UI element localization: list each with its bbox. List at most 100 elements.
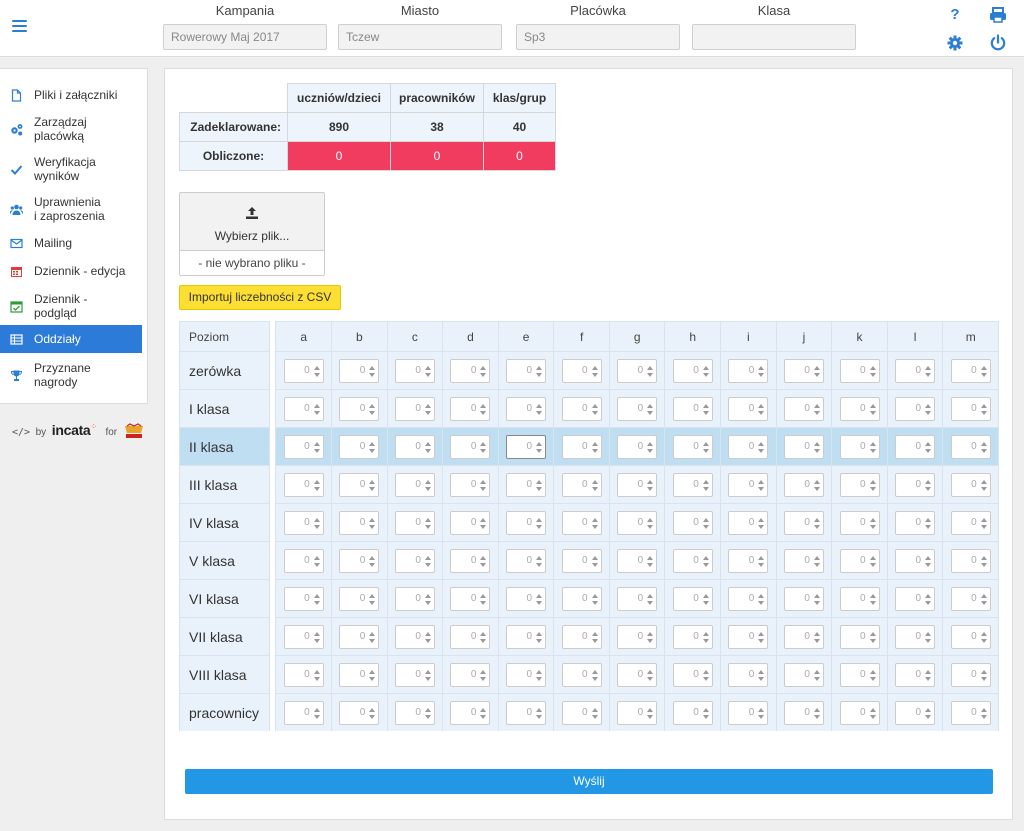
stepper-arrows-icon[interactable] <box>869 631 876 643</box>
count-stepper[interactable]: 0 <box>839 662 880 687</box>
choose-file-button[interactable]: Wybierz plik... <box>180 193 324 251</box>
count-stepper[interactable]: 0 <box>728 700 769 725</box>
count-stepper[interactable]: 0 <box>617 396 658 421</box>
stepper-arrows-icon[interactable] <box>591 517 598 529</box>
stepper-arrows-icon[interactable] <box>758 403 765 415</box>
stepper-arrows-icon[interactable] <box>869 441 876 453</box>
count-stepper[interactable]: 0 <box>783 662 824 687</box>
stepper-arrows-icon[interactable] <box>925 517 932 529</box>
count-stepper[interactable]: 0 <box>895 700 936 725</box>
count-stepper[interactable]: 0 <box>283 586 324 611</box>
count-stepper[interactable]: 0 <box>339 662 380 687</box>
stepper-arrows-icon[interactable] <box>813 707 820 719</box>
count-stepper[interactable]: 0 <box>561 434 602 459</box>
count-stepper[interactable]: 0 <box>339 434 380 459</box>
stepper-arrows-icon[interactable] <box>647 403 654 415</box>
stepper-arrows-icon[interactable] <box>313 631 320 643</box>
stepper-arrows-icon[interactable] <box>313 555 320 567</box>
count-stepper[interactable]: 0 <box>561 510 602 535</box>
stepper-arrows-icon[interactable] <box>813 365 820 377</box>
count-stepper[interactable]: 0 <box>895 548 936 573</box>
count-stepper[interactable]: 0 <box>950 700 991 725</box>
stepper-arrows-icon[interactable] <box>813 631 820 643</box>
stepper-arrows-icon[interactable] <box>758 441 765 453</box>
stepper-arrows-icon[interactable] <box>313 707 320 719</box>
stepper-arrows-icon[interactable] <box>702 441 709 453</box>
stepper-arrows-icon[interactable] <box>536 517 543 529</box>
sidebar-item-mailing[interactable]: Mailing <box>0 235 142 251</box>
count-stepper[interactable]: 0 <box>450 396 491 421</box>
count-stepper[interactable]: 0 <box>506 434 547 459</box>
count-stepper[interactable]: 0 <box>839 510 880 535</box>
stepper-arrows-icon[interactable] <box>369 593 376 605</box>
stepper-arrows-icon[interactable] <box>758 365 765 377</box>
stepper-arrows-icon[interactable] <box>647 669 654 681</box>
stepper-arrows-icon[interactable] <box>591 555 598 567</box>
stepper-arrows-icon[interactable] <box>758 631 765 643</box>
count-stepper[interactable]: 0 <box>783 700 824 725</box>
stepper-arrows-icon[interactable] <box>758 517 765 529</box>
stepper-arrows-icon[interactable] <box>647 631 654 643</box>
print-icon[interactable] <box>989 6 1007 24</box>
count-stepper[interactable]: 0 <box>506 472 547 497</box>
miasto-select[interactable]: Tczew <box>338 24 502 50</box>
stepper-arrows-icon[interactable] <box>647 517 654 529</box>
count-stepper[interactable]: 0 <box>339 358 380 383</box>
stepper-arrows-icon[interactable] <box>702 707 709 719</box>
count-stepper[interactable]: 0 <box>672 396 713 421</box>
stepper-arrows-icon[interactable] <box>813 555 820 567</box>
count-stepper[interactable]: 0 <box>672 662 713 687</box>
count-stepper[interactable]: 0 <box>561 624 602 649</box>
count-stepper[interactable]: 0 <box>950 358 991 383</box>
count-stepper[interactable]: 0 <box>950 624 991 649</box>
count-stepper[interactable]: 0 <box>617 548 658 573</box>
stepper-arrows-icon[interactable] <box>758 707 765 719</box>
count-stepper[interactable]: 0 <box>672 548 713 573</box>
stepper-arrows-icon[interactable] <box>313 365 320 377</box>
stepper-arrows-icon[interactable] <box>424 707 431 719</box>
count-stepper[interactable]: 0 <box>450 586 491 611</box>
count-stepper[interactable]: 0 <box>394 662 435 687</box>
count-stepper[interactable]: 0 <box>283 396 324 421</box>
count-stepper[interactable]: 0 <box>839 586 880 611</box>
sidebar-item-dziennik-edycja[interactable]: Dziennik - edycja <box>0 263 142 279</box>
stepper-arrows-icon[interactable] <box>591 707 598 719</box>
count-stepper[interactable]: 0 <box>672 586 713 611</box>
stepper-arrows-icon[interactable] <box>536 441 543 453</box>
stepper-arrows-icon[interactable] <box>591 669 598 681</box>
count-stepper[interactable]: 0 <box>783 358 824 383</box>
count-stepper[interactable]: 0 <box>783 396 824 421</box>
stepper-arrows-icon[interactable] <box>480 555 487 567</box>
stepper-arrows-icon[interactable] <box>980 517 987 529</box>
classes-grid-scroll[interactable]: Poziom abcdefghijklm zerówka 0 0 0 0 0 0 0 0 0 0 0 0… <box>179 321 999 731</box>
placowka-select[interactable]: Sp3 <box>516 24 680 50</box>
stepper-arrows-icon[interactable] <box>536 403 543 415</box>
stepper-arrows-icon[interactable] <box>925 403 932 415</box>
stepper-arrows-icon[interactable] <box>369 707 376 719</box>
stepper-arrows-icon[interactable] <box>591 365 598 377</box>
stepper-arrows-icon[interactable] <box>480 441 487 453</box>
count-stepper[interactable]: 0 <box>450 510 491 535</box>
count-stepper[interactable]: 0 <box>450 548 491 573</box>
count-stepper[interactable]: 0 <box>506 586 547 611</box>
stepper-arrows-icon[interactable] <box>369 403 376 415</box>
stepper-arrows-icon[interactable] <box>925 669 932 681</box>
count-stepper[interactable]: 0 <box>672 624 713 649</box>
count-stepper[interactable]: 0 <box>728 662 769 687</box>
count-stepper[interactable]: 0 <box>450 472 491 497</box>
stepper-arrows-icon[interactable] <box>925 631 932 643</box>
count-stepper[interactable]: 0 <box>950 662 991 687</box>
stepper-arrows-icon[interactable] <box>536 555 543 567</box>
stepper-arrows-icon[interactable] <box>369 365 376 377</box>
stepper-arrows-icon[interactable] <box>480 631 487 643</box>
stepper-arrows-icon[interactable] <box>869 365 876 377</box>
stepper-arrows-icon[interactable] <box>702 593 709 605</box>
stepper-arrows-icon[interactable] <box>980 441 987 453</box>
count-stepper[interactable]: 0 <box>339 510 380 535</box>
count-stepper[interactable]: 0 <box>339 624 380 649</box>
count-stepper[interactable]: 0 <box>672 434 713 459</box>
count-stepper[interactable]: 0 <box>839 700 880 725</box>
gear-icon[interactable] <box>946 34 964 52</box>
count-stepper[interactable]: 0 <box>672 472 713 497</box>
stepper-arrows-icon[interactable] <box>480 479 487 491</box>
